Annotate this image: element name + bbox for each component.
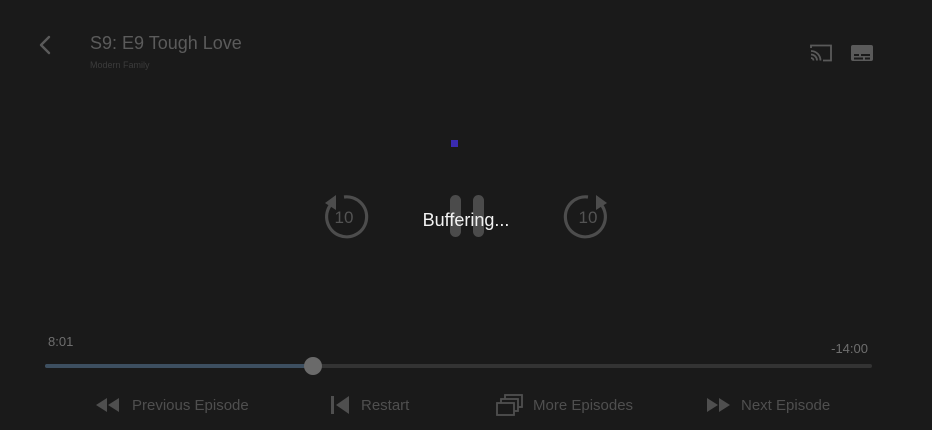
show-name: Modern Family bbox=[90, 60, 150, 70]
remaining-time: -14:00 bbox=[831, 341, 868, 356]
subtitles-button[interactable] bbox=[850, 42, 874, 64]
rewind-icon: 10 bbox=[325, 195, 369, 239]
loading-spinner bbox=[451, 140, 458, 147]
previous-episode-label: Previous Episode bbox=[132, 396, 249, 414]
forward-10-button[interactable]: 10 bbox=[562, 191, 614, 243]
previous-episode-button[interactable]: Previous Episode bbox=[95, 392, 249, 418]
cast-icon bbox=[810, 44, 832, 62]
seek-bar[interactable] bbox=[45, 357, 872, 375]
episode-title: S9: E9 Tough Love bbox=[90, 33, 242, 53]
episodes-stack-icon bbox=[496, 394, 523, 416]
more-episodes-button[interactable]: More Episodes bbox=[496, 392, 633, 418]
back-button[interactable] bbox=[34, 34, 56, 56]
seek-bar-played bbox=[45, 364, 314, 368]
rewind-10-button[interactable]: 10 bbox=[318, 191, 370, 243]
next-episode-button[interactable]: Next Episode bbox=[706, 392, 830, 418]
buffering-status: Buffering... bbox=[422, 210, 510, 230]
skip-to-start-icon bbox=[331, 396, 349, 414]
forward-seconds-label: 10 bbox=[579, 208, 598, 227]
seek-thumb[interactable] bbox=[304, 357, 323, 375]
chevron-left-icon bbox=[39, 35, 51, 55]
rewind-double-arrow-icon bbox=[96, 398, 119, 412]
subtitles-icon bbox=[851, 45, 873, 61]
restart-button[interactable]: Restart bbox=[330, 392, 409, 418]
restart-label: Restart bbox=[361, 396, 410, 414]
more-episodes-label: More Episodes bbox=[533, 396, 634, 414]
rewind-seconds-label: 10 bbox=[335, 208, 354, 227]
fast-forward-icon: 10 bbox=[563, 195, 607, 239]
cast-button[interactable] bbox=[808, 42, 834, 64]
elapsed-time: 8:01 bbox=[48, 334, 74, 349]
next-episode-label: Next Episode bbox=[741, 396, 831, 414]
fast-forward-double-arrow-icon bbox=[707, 398, 730, 412]
